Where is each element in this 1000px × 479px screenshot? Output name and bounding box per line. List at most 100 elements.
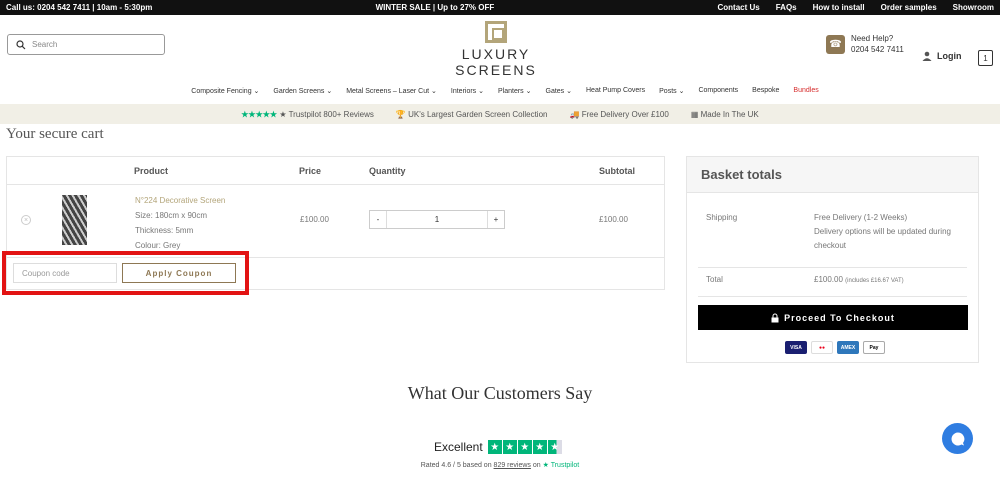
rated-prefix: Rated 4.6 / 5 based on (420, 462, 492, 469)
highlight-box (2, 251, 249, 295)
rating-stars-icon: ★ ★ ★ ★ ★ (487, 440, 562, 454)
help-title: Need Help? (851, 34, 894, 43)
nav-item-planters[interactable]: Planters ⌄ (498, 87, 532, 95)
usp-made-label: Made In The UK (700, 109, 759, 119)
usp-bar: ★★★★★ ★ Trustpilot 800+ Reviews 🏆 UK's L… (0, 104, 1000, 124)
top-links: Contact Us FAQs How to install Order sam… (717, 3, 994, 12)
link-samples[interactable]: Order samples (881, 3, 937, 12)
rating-summary: Rated 4.6 / 5 based on 829 reviews on ★ … (0, 461, 1000, 469)
usp-collection-label: UK's Largest Garden Screen Collection (408, 109, 548, 119)
checkout-label: Proceed To Checkout (784, 312, 895, 323)
shipping-value: Free Delivery (1-2 Weeks) Delivery optio… (814, 211, 964, 253)
search-icon (16, 39, 26, 49)
logo-mark-icon (485, 21, 507, 43)
nav-item-metal-screens[interactable]: Metal Screens – Laser Cut ⌄ (346, 87, 437, 95)
main-nav: Composite Fencing ⌄ Garden Screens ⌄ Met… (0, 77, 1000, 104)
nav-item-components[interactable]: Components (698, 87, 738, 94)
divider (7, 184, 664, 185)
logo-text: LUXURY SCREENS (455, 46, 537, 78)
reviews-heading: What Our Customers Say (407, 383, 593, 403)
payment-methods: VISA ●● AMEX Pay (785, 341, 885, 354)
login-label: Login (937, 51, 962, 61)
phone-icon: ☎ (826, 34, 845, 54)
nav-item-bundles[interactable]: Bundles (793, 87, 818, 94)
apple-pay-label: Pay (869, 344, 879, 351)
link-contact[interactable]: Contact Us (717, 3, 759, 12)
reviews-count-link[interactable]: 829 reviews (494, 462, 531, 469)
product-thickness: Thickness: 5mm (135, 226, 194, 235)
nav-label: Garden Screens (273, 87, 325, 95)
trustpilot-widget[interactable]: Excellent ★ ★ ★ ★ ★ (434, 440, 562, 454)
lock-icon (771, 313, 779, 322)
usp-delivery: 🚚 Free Delivery Over £100 (569, 110, 668, 119)
header-price: Price (299, 166, 322, 176)
mastercard-icon: ●● (811, 341, 833, 354)
cart-icon[interactable]: 1 (978, 50, 993, 66)
remove-item-icon[interactable]: × (21, 215, 31, 225)
shipping-note: Delivery options will be updated during … (814, 227, 951, 250)
reviews-count: 800+ Reviews (323, 109, 374, 119)
product-subtotal: £100.00 (599, 215, 628, 224)
nav-label: Gates (545, 87, 565, 95)
nav-item-bespoke[interactable]: Bespoke (752, 87, 779, 94)
usp-collection: 🏆 UK's Largest Garden Screen Collection (396, 110, 548, 119)
trustpilot-logo[interactable]: ★ Trustpilot (543, 462, 580, 469)
help-phone: 0204 542 7411 (851, 45, 904, 54)
login-link[interactable]: Login (922, 51, 962, 61)
nav-label: Posts (659, 87, 677, 95)
apple-pay-icon: Pay (863, 341, 885, 354)
total-value: £100.00 (includes £16.67 VAT) (814, 273, 964, 288)
header-product: Product (134, 166, 169, 176)
product-details: N°224 Decorative Screen Size: 180cm x 90… (135, 193, 225, 253)
usp-delivery-label: Free Delivery Over £100 (581, 109, 669, 119)
link-install[interactable]: How to install (813, 3, 865, 12)
total-vat: (includes £16.67 VAT) (845, 278, 904, 284)
call-info: Call us: 0204 542 7411 | 10am - 5:30pm (6, 3, 153, 12)
link-faqs[interactable]: FAQs (776, 3, 797, 12)
nav-label: Metal Screens – Laser Cut (346, 87, 430, 95)
nav-item-heat-pump-covers[interactable]: Heat Pump Covers (586, 87, 645, 94)
nav-label: Planters (498, 87, 524, 95)
quantity-stepper: - 1 + (369, 210, 505, 229)
nav-item-gates[interactable]: Gates ⌄ (546, 87, 573, 95)
nav-item-posts[interactable]: Posts ⌄ (659, 87, 684, 95)
totals-title: Basket totals (687, 157, 978, 193)
increase-button[interactable]: + (488, 215, 504, 224)
cart-count: 1 (983, 53, 988, 63)
header-quantity: Quantity (369, 166, 406, 176)
header: Search LUXURY SCREENS ☎ Need Help? 0204 … (0, 15, 1000, 78)
flag-icon: ▦ (690, 109, 699, 119)
nav-label: Composite Fencing (191, 87, 252, 95)
basket-totals: Basket totals Shipping Free Delivery (1-… (686, 156, 979, 363)
page-title: Your secure cart (6, 126, 104, 142)
trustpilot-stars-icon: ★★★★★ (241, 109, 278, 119)
header-subtotal: Subtotal (599, 166, 635, 176)
nav-label: Interiors (450, 87, 477, 95)
top-bar: Call us: 0204 542 7411 | 10am - 5:30pm W… (0, 0, 1000, 15)
quantity-input[interactable]: 1 (386, 211, 488, 228)
chat-button[interactable] (942, 423, 973, 454)
product-name[interactable]: N°224 Decorative Screen (135, 193, 225, 208)
usp-made: ▦ Made In The UK (691, 110, 759, 119)
shipping-method: Free Delivery (1-2 Weeks) (814, 213, 908, 222)
logo[interactable]: LUXURY SCREENS (425, 21, 567, 78)
chat-icon (951, 432, 964, 445)
trustpilot-label: ★ Trustpilot (279, 109, 322, 119)
search-input[interactable]: Search (7, 34, 165, 55)
truck-icon: 🚚 (569, 109, 580, 119)
product-price: £100.00 (300, 215, 329, 224)
proceed-to-checkout-button[interactable]: Proceed To Checkout (698, 305, 968, 330)
total-amount: £100.00 (814, 275, 843, 284)
link-showroom[interactable]: Showroom (953, 3, 994, 12)
product-thumbnail[interactable] (62, 195, 87, 245)
help-block[interactable]: ☎ Need Help? 0204 542 7411 (826, 33, 904, 55)
nav-item-garden-screens[interactable]: Garden Screens ⌄ (273, 87, 332, 95)
amex-icon: AMEX (837, 341, 859, 354)
sale-banner[interactable]: WINTER SALE | Up to 27% OFF (376, 3, 495, 12)
usp-reviews[interactable]: ★★★★★ ★ Trustpilot 800+ Reviews (241, 110, 374, 119)
nav-item-composite-fencing[interactable]: Composite Fencing ⌄ (191, 87, 259, 95)
rated-on: on (532, 462, 541, 469)
product-size: Size: 180cm x 90cm (135, 211, 208, 220)
nav-item-interiors[interactable]: Interiors ⌄ (451, 87, 484, 95)
decrease-button[interactable]: - (370, 215, 386, 224)
